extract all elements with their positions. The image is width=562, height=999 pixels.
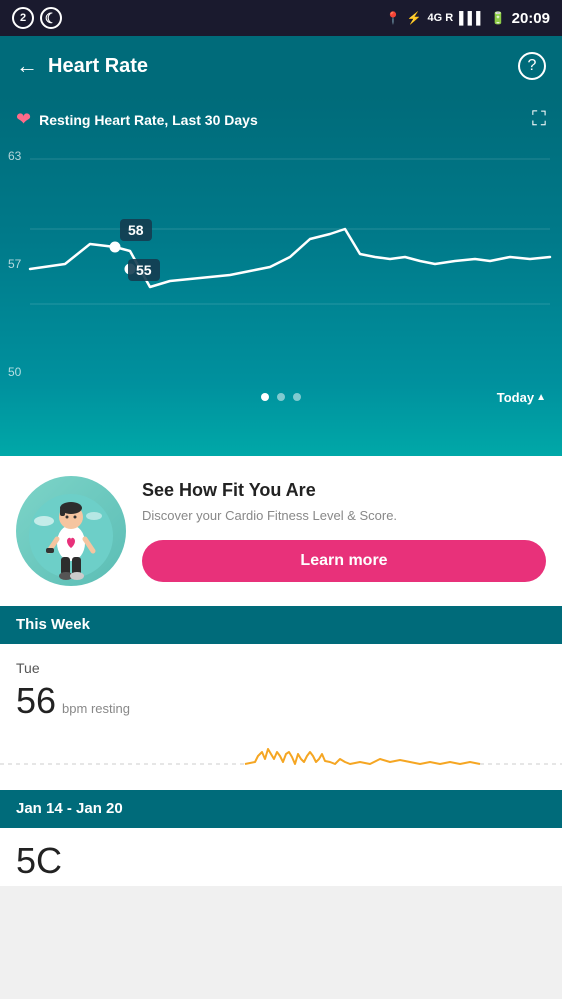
dot-2[interactable] [277,393,285,401]
cardio-title: See How Fit You Are [142,480,546,501]
status-right-area: 📍 ⚡ 4G R ▌▌▌ 🔋 20:09 [386,10,550,27]
tooltip-55: 55 [128,259,160,281]
cardio-description: Discover your Cardio Fitness Level & Sco… [142,507,546,525]
chart-svg [0,139,562,379]
status-icon-phone: ☾ [40,7,62,29]
jan-section-label: Jan 14 - Jan 20 [16,800,123,817]
network-label: 4G R [427,12,453,24]
sparkline-wrapper [0,730,562,790]
sparkline-svg [0,734,562,789]
tooltip-58: 58 [120,219,152,241]
status-time: 20:09 [512,10,550,27]
today-arrow-icon: ▲ [536,392,546,403]
cardio-section: See How Fit You Are Discover your Cardio… [0,456,562,606]
signal-icon: ▌▌▌ [459,11,485,25]
header-left: ← Heart Rate [16,53,148,79]
status-bar: 2 ☾ 📍 ⚡ 4G R ▌▌▌ 🔋 20:09 [0,0,562,36]
jan-value-row: 5C [0,828,562,886]
dot-1[interactable] [261,393,269,401]
heart-icon: ❤ [16,109,31,130]
location-icon: 📍 [386,11,401,25]
battery-icon: 🔋 [491,11,506,25]
learn-more-button[interactable]: Learn more [142,540,546,582]
day-label: Tue [16,660,546,676]
header: ← Heart Rate ? [0,36,562,96]
bpm-unit: bpm resting [62,701,130,716]
bpm-value: 56 [16,680,56,722]
this-week-header: This Week [0,606,562,644]
jan-section-header: Jan 14 - Jan 20 [0,790,562,828]
page-title: Heart Rate [48,55,148,78]
fullscreen-icon[interactable]: ⛶ [532,108,546,131]
chart-header: ❤ Resting Heart Rate, Last 30 Days ⛶ [0,108,562,131]
this-week-label: This Week [16,616,90,633]
cardio-avatar [16,476,126,586]
back-button[interactable]: ← [16,53,38,79]
chart-subtitle: Resting Heart Rate, Last 30 Days [39,112,258,128]
fitness-figure-svg [29,481,114,581]
day-row: Tue 56 bpm resting [0,644,562,730]
chart-title-row: ❤ Resting Heart Rate, Last 30 Days [16,109,258,130]
dot-3[interactable] [293,393,301,401]
chart-pagination-dots [261,393,301,401]
bluetooth-icon: ⚡ [407,11,422,25]
help-button[interactable]: ? [518,52,546,80]
today-label: Today ▲ [497,390,546,405]
chart-area: ❤ Resting Heart Rate, Last 30 Days ⛶ 63 … [0,96,562,456]
cardio-content: See How Fit You Are Discover your Cardio… [142,480,546,581]
jan-bpm-value: 5C [16,840,62,881]
bpm-row: 56 bpm resting [16,680,546,722]
status-left-icons: 2 ☾ [12,7,62,29]
status-icon-2: 2 [12,7,34,29]
chart-svg-wrapper: 63 57 50 58 55 Today ▲ [0,139,562,409]
